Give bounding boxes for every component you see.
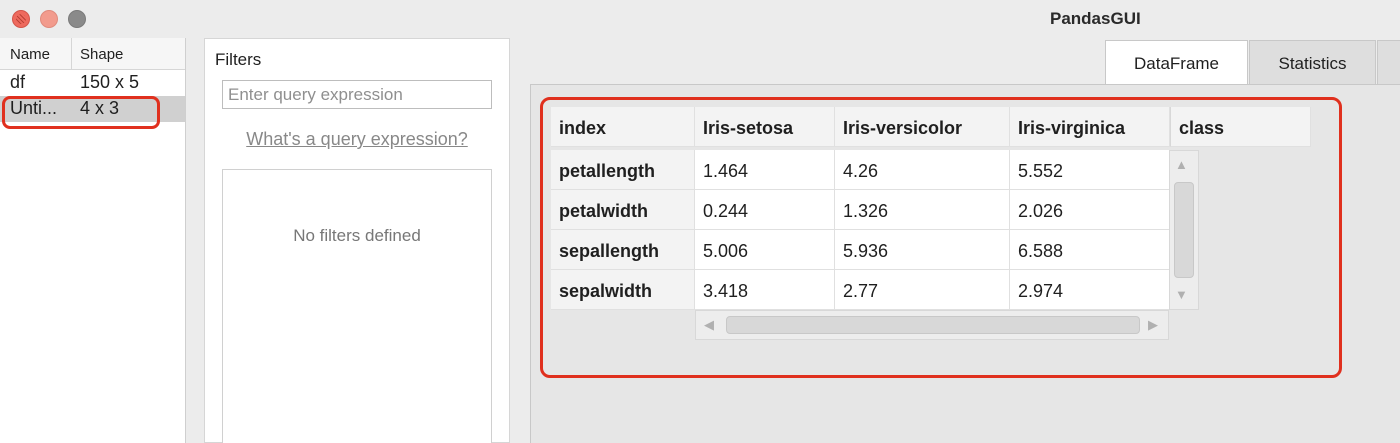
- query-expression-input[interactable]: [222, 80, 492, 109]
- filter-list: [222, 169, 492, 443]
- query-help-link[interactable]: What's a query expression?: [205, 129, 509, 150]
- filters-title: Filters: [215, 50, 262, 69]
- tab-overflow[interactable]: [1377, 40, 1400, 85]
- title-bar: PandasGUI: [0, 0, 1400, 38]
- name-column-header[interactable]: Name: [0, 38, 72, 69]
- window-title: PandasGUI: [1050, 9, 1141, 28]
- close-window-button[interactable]: [12, 10, 30, 28]
- maximize-window-button[interactable]: [68, 10, 86, 28]
- dataframe-row-df[interactable]: df 150 x 5: [0, 70, 185, 96]
- minimize-window-button[interactable]: [40, 10, 58, 28]
- highlight-box-selected-dataframe: [2, 96, 160, 129]
- no-filters-message: No filters defined: [293, 226, 421, 245]
- highlight-box-table: [540, 97, 1342, 378]
- shape-column-header[interactable]: Shape: [72, 38, 123, 69]
- filters-panel: Filters What's a query expression? No fi…: [204, 38, 510, 443]
- dataframe-name: df: [10, 72, 26, 92]
- tab-dataframe[interactable]: DataFrame: [1105, 40, 1248, 85]
- dataframe-list-header: Name Shape: [0, 38, 185, 70]
- dataframe-shape: 150 x 5: [80, 72, 140, 92]
- tab-statistics[interactable]: Statistics: [1249, 40, 1376, 85]
